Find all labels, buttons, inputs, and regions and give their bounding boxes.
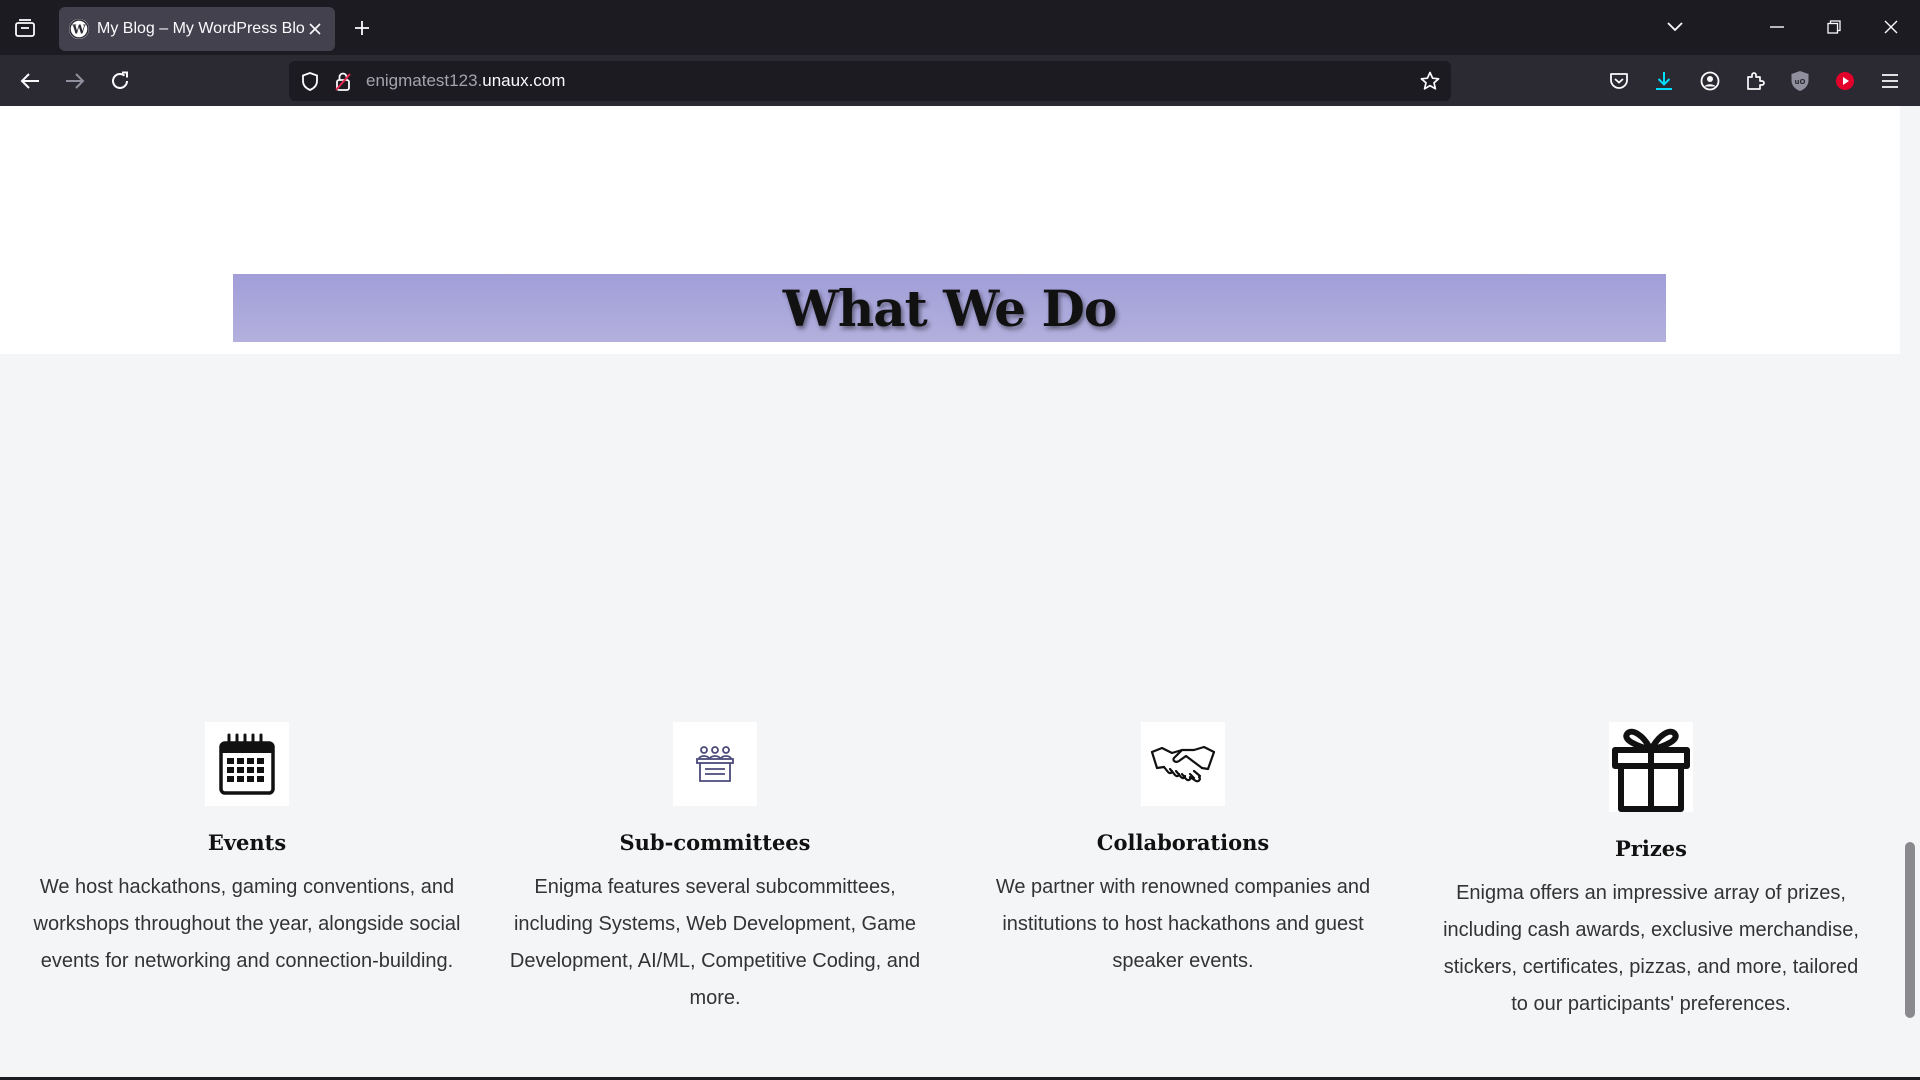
- committee-icon: [673, 722, 757, 806]
- feature-card-text: We partner with renowned companies and i…: [995, 876, 1371, 972]
- feature-card-title: Collaborations: [1096, 830, 1270, 855]
- tab-bar: W My Blog – My WordPress Blog: [0, 0, 1920, 55]
- page-scrollbar[interactable]: [1900, 106, 1920, 1080]
- ublock-icon[interactable]: uO: [1783, 64, 1817, 98]
- account-icon[interactable]: [1693, 64, 1727, 98]
- download-icon[interactable]: [1647, 64, 1681, 98]
- hamburger-icon[interactable]: [1873, 64, 1907, 98]
- page-viewport: What We Do Events We host hackathons, ga…: [0, 106, 1920, 1080]
- svg-text:uO: uO: [1795, 78, 1806, 86]
- tab-close-icon[interactable]: [305, 19, 325, 39]
- back-arrow-icon[interactable]: [12, 63, 48, 99]
- section-heading: What We Do: [782, 278, 1117, 338]
- scrollbar-thumb[interactable]: [1905, 842, 1915, 1018]
- handshake-icon: [1141, 722, 1225, 806]
- navigation-toolbar: enigmatest123.unaux.com uO: [0, 55, 1920, 106]
- wordpress-icon: W: [69, 19, 89, 39]
- feature-card-text: Enigma features several subcommittees, i…: [509, 876, 921, 1009]
- forward-arrow-icon[interactable]: [57, 63, 93, 99]
- puzzle-icon[interactable]: [1738, 64, 1772, 98]
- feature-card-events: Events We host hackathons, gaming conven…: [32, 722, 462, 980]
- what-we-do-section: Events We host hackathons, gaming conven…: [0, 354, 1900, 1080]
- youtube-icon[interactable]: [1828, 64, 1862, 98]
- url-subdomain: enigmatest123.: [366, 71, 483, 90]
- url-bar[interactable]: enigmatest123.unaux.com: [289, 61, 1451, 101]
- url-text[interactable]: enigmatest123.unaux.com: [366, 71, 565, 91]
- insecure-lock-icon[interactable]: [332, 70, 354, 92]
- feature-card-title: Prizes: [1615, 836, 1687, 861]
- feature-card-title: Events: [207, 830, 287, 855]
- tab-list-icon[interactable]: [10, 13, 40, 43]
- minimize-icon[interactable]: [1760, 12, 1794, 42]
- gift-icon: [1609, 722, 1693, 812]
- hero-band: What We Do: [0, 106, 1900, 354]
- shield-icon[interactable]: [299, 70, 321, 92]
- section-heading-bar: What We Do: [233, 274, 1666, 342]
- restore-icon[interactable]: [1817, 12, 1851, 42]
- feature-card-prizes: Prizes Enigma offers an impressive array…: [1436, 722, 1866, 1023]
- browser-tab[interactable]: W My Blog – My WordPress Blog: [59, 7, 335, 51]
- feature-card-text: Enigma offers an impressive array of pri…: [1443, 882, 1859, 1015]
- tab-title: My Blog – My WordPress Blog: [97, 20, 305, 37]
- chevron-down-icon[interactable]: [1658, 12, 1692, 42]
- feature-card-subcommittees: Sub-committees Enigma features several s…: [500, 722, 930, 1017]
- feature-card-title: Sub-committees: [619, 830, 811, 855]
- feature-card-text: We host hackathons, gaming conventions, …: [33, 876, 461, 972]
- star-icon[interactable]: [1419, 70, 1441, 92]
- url-domain: unaux.com: [482, 71, 566, 90]
- feature-card-collaborations: Collaborations We partner with renowned …: [968, 722, 1398, 980]
- svg-text:W: W: [71, 23, 86, 37]
- reload-icon[interactable]: [102, 63, 138, 99]
- calendar-icon: [205, 722, 289, 806]
- pocket-icon[interactable]: [1602, 64, 1636, 98]
- close-icon[interactable]: [1874, 12, 1908, 42]
- plus-icon[interactable]: [347, 13, 377, 43]
